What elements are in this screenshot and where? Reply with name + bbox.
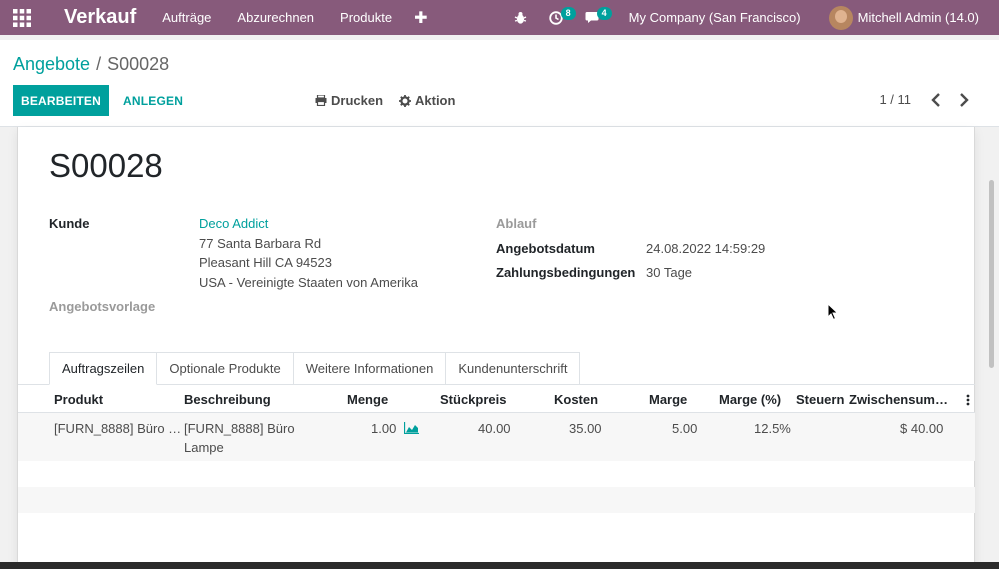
cell-description-line-2: Lampe: [184, 440, 224, 455]
user-menu[interactable]: Mitchell Admin (14.0): [858, 10, 979, 25]
menu-item-products[interactable]: Produkte: [340, 10, 392, 25]
messages-chat-icon[interactable]: 4: [585, 0, 612, 35]
column-header-subtotal[interactable]: Zwischensum…: [849, 392, 948, 407]
action-label: Aktion: [415, 93, 456, 108]
messages-badge: 4: [596, 7, 612, 20]
forecast-chart-icon[interactable]: [403, 422, 419, 437]
create-button[interactable]: ANLEGEN: [123, 85, 183, 116]
edit-button[interactable]: BEARBEITEN: [13, 85, 109, 116]
quotation-template-label: Angebotsvorlage: [49, 299, 156, 314]
top-navbar: Verkauf Aufträge Abzurechnen Produkte ✚ …: [0, 0, 999, 35]
menu-item-to-invoice[interactable]: Abzurechnen: [237, 10, 314, 25]
order-name: S00028: [49, 147, 163, 184]
payment-terms-label: Zahlungsbedingungen: [496, 265, 636, 280]
cell-description-line-1: [FURN_8888] Büro: [184, 421, 295, 436]
form-sheet: S00028 Kunde Deco Addict 77 Santa Barbar…: [17, 127, 975, 569]
column-header-margin[interactable]: Marge: [649, 392, 687, 407]
app-title[interactable]: Verkauf: [64, 6, 136, 29]
tab-order-lines[interactable]: Auftragszeilen: [49, 352, 158, 385]
tab-customer-signature[interactable]: Kundenunterschrift: [446, 352, 581, 385]
customer-address-line-2: Pleasant Hill CA 94523: [199, 255, 332, 270]
apps-menu-icon[interactable]: [0, 0, 44, 35]
optional-columns-icon[interactable]: [966, 394, 970, 409]
gear-icon: [399, 94, 411, 107]
payment-terms-value: 30 Tage: [646, 265, 693, 280]
quotation-date-value: 24.08.2022 14:59:29: [646, 241, 766, 256]
customer-address-line-1: 77 Santa Barbara Rd: [199, 236, 322, 251]
breadcrumb-current: S00028: [107, 54, 170, 74]
pager-previous-icon[interactable]: [930, 92, 944, 108]
print-icon: [315, 95, 327, 106]
cell-cost: 35.00: [569, 421, 602, 436]
activity-badge: 8: [560, 7, 576, 20]
breadcrumb: Angebote / S00028: [13, 54, 169, 75]
action-button[interactable]: Aktion: [399, 85, 455, 116]
notebook-tabs: Auftragszeilen Optionale Produkte Weiter…: [49, 352, 581, 385]
cell-subtotal: $ 40.00: [900, 421, 944, 436]
cell-product: [FURN_8888] Büro …: [54, 421, 182, 436]
customer-link[interactable]: Deco Addict: [199, 216, 268, 231]
plus-icon[interactable]: ✚: [414, 8, 427, 28]
cell-unit-price: 40.00: [478, 421, 511, 436]
customer-address-line-3: USA - Vereinigte Staaten von Amerika: [199, 275, 418, 290]
column-header-taxes[interactable]: Steuern: [796, 392, 844, 407]
column-header-margin-percent[interactable]: Marge (%): [719, 392, 781, 407]
window-bottom-edge: [0, 562, 999, 569]
column-header-unit-price[interactable]: Stückpreis: [440, 392, 506, 407]
column-header-description[interactable]: Beschreibung: [184, 392, 271, 407]
user-avatar[interactable]: [828, 5, 853, 30]
debug-bug-icon[interactable]: [514, 0, 527, 35]
empty-row: [18, 487, 975, 513]
print-label: Drucken: [331, 93, 384, 108]
company-switcher[interactable]: My Company (San Francisco): [629, 10, 801, 25]
cell-margin-percent: 12.5%: [754, 421, 791, 436]
page-scrollbar[interactable]: [989, 180, 994, 368]
pager-next-icon[interactable]: [958, 92, 972, 108]
control-panel: Angebote / S00028 BEARBEITEN ANLEGEN Druck…: [0, 40, 999, 127]
customer-label: Kunde: [49, 216, 90, 231]
tab-optional-products[interactable]: Optionale Produkte: [157, 352, 294, 385]
column-header-quantity[interactable]: Menge: [347, 392, 388, 407]
print-button[interactable]: Drucken: [315, 85, 383, 116]
expiry-label: Ablauf: [496, 216, 537, 231]
cell-quantity: 1.00: [371, 421, 397, 436]
menu-item-orders[interactable]: Aufträge: [162, 10, 211, 25]
quotation-date-label: Angebotsdatum: [496, 241, 595, 256]
breadcrumb-quotations-link[interactable]: Angebote: [13, 54, 90, 74]
cell-margin: 5.00: [672, 421, 698, 436]
mouse-cursor-icon: [827, 302, 839, 324]
tab-other-info[interactable]: Weitere Informationen: [293, 352, 447, 385]
breadcrumb-separator: /: [96, 54, 102, 74]
column-header-cost[interactable]: Kosten: [554, 392, 598, 407]
activity-clock-icon[interactable]: 8: [548, 0, 576, 35]
pager-value[interactable]: 1 / 11: [879, 92, 911, 107]
column-header-product[interactable]: Produkt: [54, 392, 103, 407]
table-row[interactable]: [FURN_8888] Büro … [FURN_8888] Büro Lamp…: [18, 413, 975, 461]
